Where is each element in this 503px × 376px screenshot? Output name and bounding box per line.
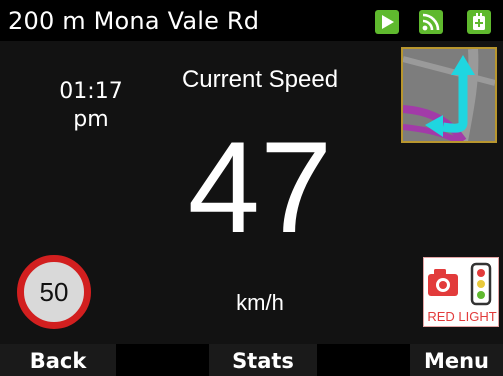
clock-time: 01:17 — [59, 79, 123, 104]
header-bar: 200 m Mona Vale Rd — [0, 0, 503, 41]
battery-icon[interactable] — [467, 10, 491, 34]
red-light-label: RED LIGHT — [427, 309, 497, 324]
route-arrow-icon[interactable] — [375, 10, 399, 34]
navigator-screen: 200 m Mona Vale Rd 01:17 pm Current Spee… — [0, 0, 503, 376]
stats-button[interactable]: Stats — [209, 344, 317, 376]
red-light-camera-alert: RED LIGHT — [423, 257, 499, 327]
gps-signal-icon[interactable] — [419, 10, 443, 34]
current-speed-value: 47 — [187, 114, 333, 260]
current-speed-label: Current Speed — [181, 66, 339, 93]
clock-ampm: pm — [73, 107, 109, 132]
clock: 01:17 pm — [46, 78, 136, 134]
speed-limit-value: 50 — [39, 277, 69, 307]
turn-arrow-icon — [403, 49, 495, 141]
back-button[interactable]: Back — [0, 344, 116, 376]
menu-button[interactable]: Menu — [410, 344, 503, 376]
map-thumbnail[interactable] — [401, 47, 497, 143]
speed-limit-sign: 50 — [17, 255, 91, 329]
red-light-camera-icon — [428, 262, 492, 306]
softkey-bar: Back Stats Menu — [0, 344, 503, 376]
speed-unit-label: km/h — [236, 290, 284, 315]
next-street-label: 200 m Mona Vale Rd — [8, 7, 260, 35]
